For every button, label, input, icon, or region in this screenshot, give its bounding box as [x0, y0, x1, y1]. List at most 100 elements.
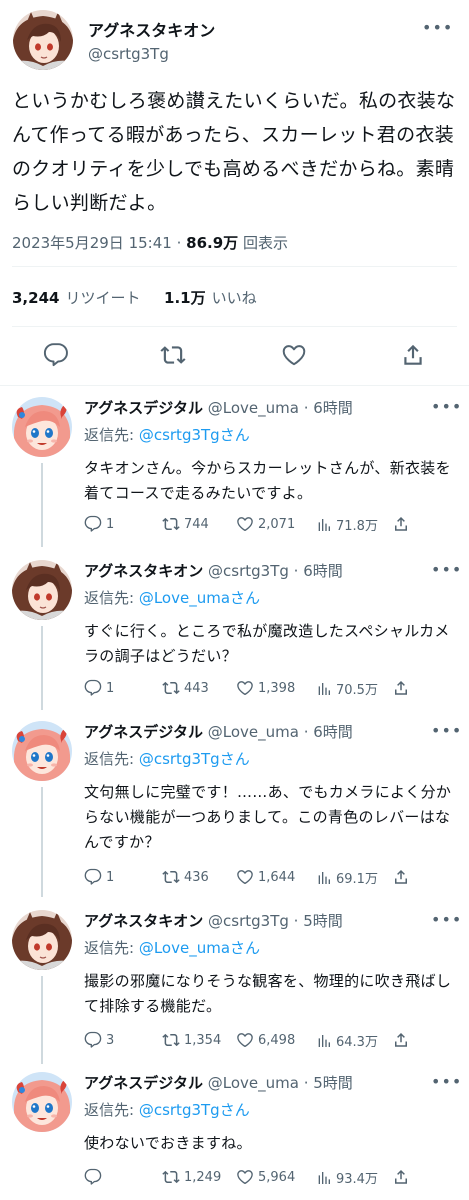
tweet-timestamp[interactable]: 2023年5月29日 15:41 [12, 234, 172, 252]
more-icon[interactable]: ••• [431, 910, 462, 929]
likes-stat[interactable]: 1.1万 いいね [164, 289, 257, 307]
heart-icon [236, 1168, 254, 1186]
replying-to-label: 返信先: [84, 426, 139, 444]
tweet-meta: 2023年5月29日 15:41 · 86.9万 回表示 [12, 232, 288, 253]
replying-to: 返信先: @csrtg3Tgさん [84, 424, 250, 445]
replying-to: 返信先: @csrtg3Tgさん [84, 748, 250, 769]
reply-button[interactable] [84, 1168, 106, 1186]
share-icon[interactable] [400, 342, 426, 368]
views-button[interactable]: 64.3万 [316, 1031, 378, 1050]
like-button[interactable]: 5,964 [236, 1168, 295, 1186]
reply-icon [84, 679, 102, 697]
retweet-button[interactable]: 436 [162, 868, 209, 886]
views-count: 70.5万 [336, 683, 378, 698]
views-button[interactable]: 69.1万 [316, 868, 378, 887]
author-name[interactable]: アグネスデジタル [84, 1074, 203, 1092]
reply-time[interactable]: 6時間 [313, 723, 353, 741]
retweets-stat[interactable]: 3,244 リツイート [12, 289, 140, 307]
author-name[interactable]: アグネスデジタル [84, 723, 203, 741]
reply-actions: 1 436 1,644 69.1万 [84, 868, 424, 888]
author-handle[interactable]: @csrtg3Tg [208, 562, 289, 580]
author-handle[interactable]: @Love_uma [208, 399, 299, 417]
author-handle[interactable]: @Love_uma [208, 723, 299, 741]
author-handle[interactable]: @csrtg3Tg [208, 912, 289, 930]
retweet-icon[interactable] [160, 342, 186, 368]
share-button[interactable] [392, 1168, 414, 1186]
reply-header: アグネスデジタル @Love_uma · 6時間 [84, 397, 353, 418]
avatar[interactable] [13, 10, 73, 70]
reply-tweet[interactable]: アグネスタキオン @csrtg3Tg · 5時間 ••• 返信先: @Love_… [0, 910, 469, 1064]
reply-count: 1 [106, 680, 115, 696]
author-name[interactable]: アグネスタキオン [88, 17, 215, 41]
like-button[interactable]: 2,071 [236, 515, 295, 533]
reply-text: タキオンさん。今からスカーレットさんが、新衣装を着てコースで走るみたいですよ。 [84, 459, 451, 502]
reply-tweet[interactable]: アグネスタキオン @csrtg3Tg · 6時間 ••• 返信先: @Love_… [0, 560, 469, 710]
reply-time[interactable]: 5時間 [313, 1074, 353, 1092]
views-button[interactable]: 71.8万 [316, 515, 378, 534]
views-count: 71.8万 [336, 519, 378, 534]
tweet-text: というかむしろ褒め讃えたいくらいだ。私の衣装なんて作ってる暇があったら、スカーレ… [12, 90, 456, 214]
reply-button[interactable]: 3 [84, 1031, 114, 1049]
more-icon[interactable]: ••• [431, 721, 462, 740]
retweet-button[interactable]: 443 [162, 679, 209, 697]
avatar[interactable] [12, 397, 72, 457]
reply-button[interactable]: 1 [84, 679, 114, 697]
retweet-button[interactable]: 744 [162, 515, 209, 533]
share-button[interactable] [392, 868, 414, 886]
thread-line [41, 463, 43, 547]
author-name[interactable]: アグネスデジタル [84, 399, 203, 417]
reply-tweet[interactable]: アグネスデジタル @Love_uma · 5時間 ••• 返信先: @csrtg… [0, 1072, 469, 1200]
share-button[interactable] [392, 1031, 414, 1049]
retweet-icon [162, 1031, 180, 1049]
avatar[interactable] [12, 1072, 72, 1132]
retweet-button[interactable]: 1,249 [162, 1168, 221, 1186]
replying-to-label: 返信先: [84, 1101, 139, 1119]
more-icon[interactable]: ••• [422, 18, 453, 37]
replying-to-link[interactable]: @Love_umaさん [139, 939, 260, 957]
reply-time[interactable]: 6時間 [313, 399, 353, 417]
reply-actions: 1 744 2,071 71.8万 [84, 515, 424, 535]
replying-to-link[interactable]: @csrtg3Tgさん [139, 426, 250, 444]
views-button[interactable]: 93.4万 [316, 1168, 378, 1187]
share-button[interactable] [392, 679, 414, 697]
like-button[interactable]: 1,398 [236, 679, 295, 697]
replying-to-link[interactable]: @csrtg3Tgさん [139, 1101, 250, 1119]
more-icon[interactable]: ••• [431, 397, 462, 416]
reply-button[interactable]: 1 [84, 515, 114, 533]
share-button[interactable] [392, 515, 414, 533]
author-handle[interactable]: @csrtg3Tg [88, 45, 169, 63]
avatar-image [12, 560, 72, 620]
reply-icon[interactable] [43, 342, 69, 368]
views-count: 93.4万 [336, 1172, 378, 1187]
avatar[interactable] [12, 910, 72, 970]
replying-to-link[interactable]: @Love_umaさん [139, 589, 260, 607]
heart-icon[interactable] [281, 342, 307, 368]
avatar[interactable] [12, 560, 72, 620]
reply-time[interactable]: 6時間 [303, 562, 343, 580]
thread-line [41, 787, 43, 897]
reply-actions: 3 1,354 6,498 64.3万 [84, 1031, 424, 1051]
reply-text: 使わないでおきますね。 [84, 1134, 252, 1152]
views-button[interactable]: 70.5万 [316, 679, 378, 698]
reply-tweet[interactable]: アグネスデジタル @Love_uma · 6時間 ••• 返信先: @csrtg… [0, 721, 469, 897]
reply-time[interactable]: 5時間 [303, 912, 343, 930]
avatar[interactable] [12, 721, 72, 781]
like-button[interactable]: 6,498 [236, 1031, 295, 1049]
author-name[interactable]: アグネスタキオン [84, 562, 203, 580]
author-name[interactable]: アグネスタキオン [84, 912, 203, 930]
like-button[interactable]: 1,644 [236, 868, 295, 886]
heart-icon [236, 679, 254, 697]
author-handle[interactable]: @Love_uma [208, 1074, 299, 1092]
retweet-icon [162, 679, 180, 697]
replying-to-link[interactable]: @csrtg3Tgさん [139, 750, 250, 768]
like-count: 6,498 [258, 1032, 296, 1048]
retweet-icon [162, 515, 180, 533]
more-icon[interactable]: ••• [431, 560, 462, 579]
avatar-image [12, 397, 72, 457]
retweet-button[interactable]: 1,354 [162, 1031, 221, 1049]
reply-button[interactable]: 1 [84, 868, 114, 886]
more-icon[interactable]: ••• [431, 1072, 462, 1091]
views-count: 69.1万 [336, 872, 378, 887]
reply-tweet[interactable]: アグネスデジタル @Love_uma · 6時間 ••• 返信先: @csrtg… [0, 397, 469, 547]
replying-to: 返信先: @Love_umaさん [84, 937, 260, 958]
